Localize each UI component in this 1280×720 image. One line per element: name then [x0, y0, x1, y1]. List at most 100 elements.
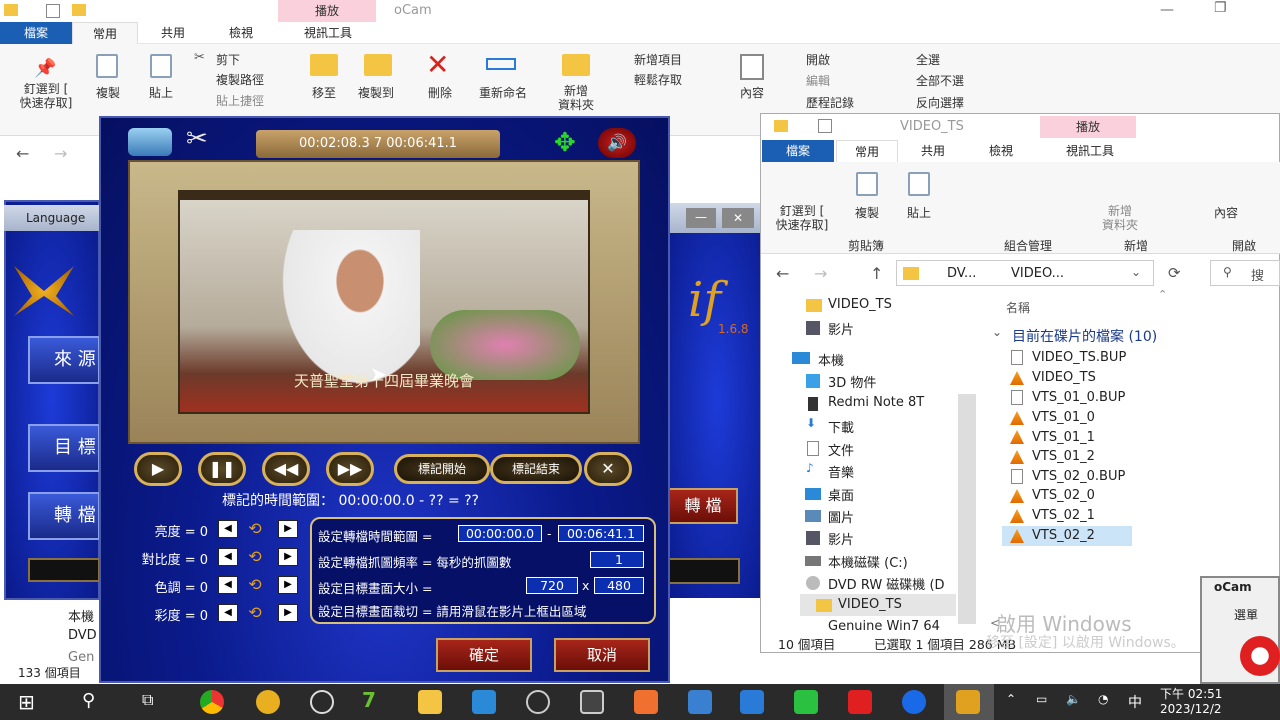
column-header-name[interactable]: 名稱 — [1006, 299, 1030, 316]
chrome-icon[interactable] — [200, 690, 224, 714]
nav-3d[interactable]: 3D 物件 — [828, 372, 876, 391]
breadcrumb-videots[interactable]: VIDEO... — [1011, 266, 1064, 281]
nav-videots-selected[interactable]: VIDEO_TS — [838, 597, 902, 612]
nav-genuine[interactable]: Genuine Win7 64 — [828, 619, 940, 634]
pin-icon[interactable]: 📌 — [34, 58, 56, 79]
brightness-decrease-button[interactable]: ◀ — [218, 520, 238, 538]
nav-music[interactable]: 音樂 — [828, 462, 854, 481]
camera-app-icon[interactable] — [580, 690, 604, 714]
copy-to-button[interactable]: 複製到 — [352, 84, 400, 101]
pin-button[interactable]: 釘選到 [ 快速存取] — [10, 82, 82, 110]
youtube-icon[interactable] — [848, 690, 872, 714]
copy-button-right[interactable]: 複製 — [848, 204, 886, 221]
open-button[interactable]: 開啟 — [806, 51, 830, 68]
file-item[interactable]: VTS_02_1 — [1032, 508, 1095, 523]
breadcrumb-dvd[interactable]: DV... — [947, 266, 976, 281]
address-bar[interactable]: DV... VIDEO... ⌄ — [896, 260, 1154, 286]
search-box[interactable]: ⚲ 搜 — [1210, 260, 1280, 286]
delete-icon[interactable]: ✕ — [426, 48, 449, 81]
file-explorer-icon[interactable] — [418, 690, 442, 714]
mail-icon[interactable] — [634, 690, 658, 714]
edit-button[interactable]: 編輯 — [806, 72, 830, 89]
forward-arrow-icon[interactable]: → — [54, 144, 67, 163]
tab-file-right[interactable]: 檔案 — [762, 140, 834, 162]
tab-view-right[interactable]: 檢視 — [970, 140, 1032, 162]
app-face-icon[interactable] — [256, 690, 280, 714]
rename-button[interactable]: 重新命名 — [472, 84, 534, 101]
clock-date[interactable]: 2023/12/2 — [1160, 702, 1222, 716]
restore-icon[interactable]: ❐ — [1214, 0, 1227, 16]
up-arrow-icon[interactable]: ↑ — [870, 264, 883, 283]
remote-icon[interactable] — [688, 690, 712, 714]
file-item-selected[interactable]: VTS_02_2 — [1032, 528, 1095, 543]
new-folder-button-right[interactable]: 新增 資料夾 — [1094, 204, 1146, 232]
move-to-icon[interactable] — [310, 54, 338, 76]
app-circle-icon[interactable] — [526, 690, 550, 714]
rename-icon[interactable] — [486, 58, 516, 70]
nav-pictures[interactable]: 圖片 — [828, 507, 854, 526]
copy-icon[interactable] — [96, 54, 118, 78]
hue-decrease-button[interactable]: ◀ — [218, 576, 238, 594]
tab-share[interactable]: 共用 — [140, 22, 206, 44]
saturation-decrease-button[interactable]: ◀ — [218, 604, 238, 622]
select-all-button[interactable]: 全選 — [916, 51, 940, 68]
paste-button[interactable]: 貼上 — [142, 84, 180, 101]
nav-videots[interactable]: VIDEO_TS — [828, 297, 892, 312]
easy-access-button[interactable]: 輕鬆存取 — [634, 71, 682, 88]
forward-arrow-icon[interactable]: → — [814, 264, 827, 283]
nav-videos[interactable]: 影片 — [828, 319, 854, 338]
range-start-input[interactable]: 00:00:00.0 — [458, 525, 542, 542]
refresh-icon[interactable]: ⟳ — [1168, 264, 1181, 282]
contrast-decrease-button[interactable]: ◀ — [218, 548, 238, 566]
cancel-button[interactable]: 取消 — [554, 638, 650, 672]
pause-button[interactable]: ❚❚ — [198, 452, 246, 486]
brightness-increase-button[interactable]: ▶ — [278, 520, 298, 538]
back-arrow-icon[interactable]: ← — [776, 264, 789, 283]
copy-to-icon[interactable] — [364, 54, 392, 76]
invert-selection-button[interactable]: 反向選擇 — [916, 94, 964, 111]
mark-start-button[interactable]: 標記開始 — [394, 454, 490, 484]
line-icon[interactable] — [794, 690, 818, 714]
play-button[interactable]: ▶ — [134, 452, 182, 486]
nav-desktop[interactable]: 桌面 — [828, 485, 854, 504]
clock-time[interactable]: 下午 02:51 — [1160, 685, 1222, 702]
properties-button-right[interactable]: 內容 — [1206, 204, 1246, 221]
volume-icon[interactable]: 🔊 — [598, 128, 636, 158]
nav-item-gen[interactable]: Gen — [68, 650, 94, 665]
new-folder-icon[interactable] — [562, 54, 590, 76]
tab-file[interactable]: 檔案 — [0, 22, 72, 44]
close-icon[interactable]: ✕ — [722, 208, 754, 228]
cut-button[interactable]: 剪下 — [216, 51, 240, 68]
rewind-button[interactable]: ◀◀ — [262, 452, 310, 486]
7zip-icon[interactable]: 7 — [362, 688, 376, 712]
history-button[interactable]: 歷程記錄 — [806, 94, 854, 111]
select-none-button[interactable]: 全部不選 — [916, 72, 964, 89]
properties-button[interactable]: 內容 — [732, 84, 772, 101]
nav-item-thispc[interactable]: 本機 — [68, 606, 94, 625]
file-item[interactable]: VTS_01_0 — [1032, 410, 1095, 425]
player-app-icon[interactable] — [956, 690, 980, 714]
windows-start-icon[interactable]: ⊞ — [18, 690, 35, 714]
tab-video-tools[interactable]: 視訊工具 — [280, 22, 376, 44]
height-input[interactable]: 480 — [594, 577, 644, 594]
contrast-reset-icon[interactable]: ⟲ — [244, 548, 266, 566]
tab-view[interactable]: 檢視 — [208, 22, 274, 44]
paste-shortcut-button[interactable]: 貼上捷徑 — [216, 92, 264, 109]
nav-scrollbar[interactable] — [958, 394, 976, 624]
back-arrow-icon[interactable]: ← — [16, 144, 29, 163]
copy-button[interactable]: 複製 — [90, 84, 126, 101]
brightness-reset-icon[interactable]: ⟲ — [244, 520, 266, 538]
file-item[interactable]: VIDEO_TS — [1032, 370, 1096, 385]
file-item[interactable]: VTS_02_0.BUP — [1032, 469, 1125, 484]
file-item[interactable]: VTS_02_0 — [1032, 488, 1095, 503]
wifi-icon[interactable]: ◔ — [1098, 692, 1108, 706]
headset-icon[interactable] — [310, 690, 334, 714]
copy-path-button[interactable]: 複製路徑 — [216, 71, 264, 88]
scissors-icon[interactable]: ✂ — [186, 124, 208, 154]
checkbox-icon[interactable] — [818, 119, 832, 133]
contrast-increase-button[interactable]: ▶ — [278, 548, 298, 566]
nav-documents[interactable]: 文件 — [828, 440, 854, 459]
context-tab-play-right[interactable]: 播放 — [1040, 116, 1136, 138]
convert-button-left[interactable]: 轉 檔 — [28, 492, 100, 540]
nav-redmi[interactable]: Redmi Note 8T — [828, 395, 924, 410]
